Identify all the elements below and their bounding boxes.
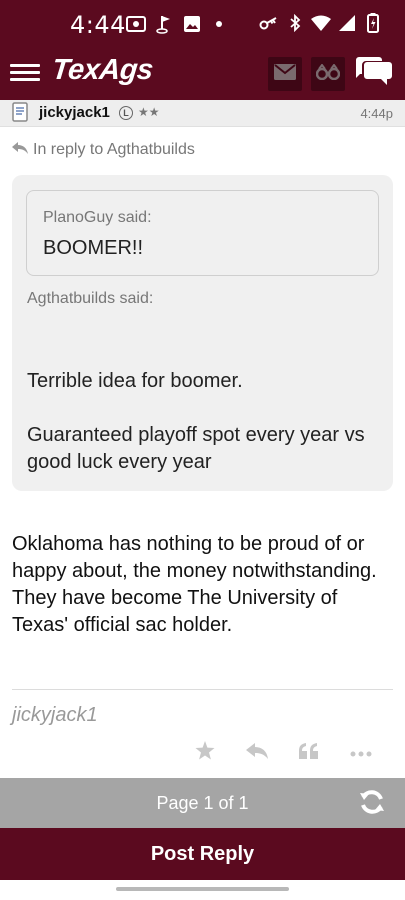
watch-button[interactable]	[311, 57, 345, 91]
mail-icon	[274, 63, 296, 85]
page-indicator[interactable]: Page 1 of 1	[0, 793, 405, 814]
mail-button[interactable]	[268, 57, 302, 91]
reply-arrow-icon	[12, 141, 28, 159]
battery-icon	[363, 13, 383, 33]
star-icon	[195, 741, 215, 765]
post-body: Oklahoma has nothing to be proud of or h…	[12, 533, 377, 636]
quote-line: Guaranteed playoff spot every year vs go…	[27, 424, 365, 473]
status-bar: 4:44	[0, 0, 405, 48]
status-system-icons	[259, 13, 383, 33]
bluetooth-icon	[285, 13, 305, 33]
reply-button[interactable]	[231, 740, 283, 766]
chat-icon	[355, 56, 393, 93]
document-icon	[12, 102, 28, 127]
refresh-button[interactable]	[356, 788, 388, 820]
nested-quote-attribution: PlanoGuy said:	[43, 209, 152, 226]
star-button[interactable]	[179, 740, 231, 766]
in-reply-to-text: In reply to Agthatbuilds	[33, 141, 195, 158]
post-actions	[179, 740, 387, 766]
quote-icon	[299, 742, 319, 764]
binoculars-icon	[315, 62, 341, 85]
reply-icon	[246, 742, 268, 764]
screencast-icon	[126, 14, 146, 34]
wifi-icon	[311, 13, 331, 33]
post-reply-button[interactable]: Post Reply	[0, 828, 405, 880]
quote-button[interactable]	[283, 740, 335, 766]
image-icon	[182, 14, 202, 34]
quote-line: Terrible idea for boomer.	[27, 370, 243, 392]
quote-attribution: Agthatbuilds said:	[27, 290, 154, 307]
key-icon	[259, 13, 279, 33]
divider	[12, 689, 393, 690]
nested-quote-text: BOOMER!!	[43, 237, 144, 259]
quote-text: Terrible idea for boomer. Guaranteed pla…	[27, 368, 382, 476]
menu-icon[interactable]	[10, 60, 40, 86]
signal-icon	[337, 13, 357, 33]
post-header: jickyjack1 L ★★ 4:44p	[0, 100, 405, 127]
author-rank-stars: ★★	[138, 105, 160, 119]
post-signature: jickyjack1	[12, 704, 98, 726]
home-indicator[interactable]	[116, 887, 289, 891]
app-bar: TexAgs	[0, 48, 405, 100]
pagination-bar: Page 1 of 1	[0, 778, 405, 828]
post-author[interactable]: jickyjack1	[39, 104, 110, 121]
in-reply-to-link[interactable]: In reply to Agthatbuilds	[12, 141, 195, 159]
post-timestamp: 4:44p	[360, 106, 393, 121]
dot-icon	[216, 21, 222, 27]
chat-button[interactable]	[354, 56, 394, 92]
golf-icon	[154, 14, 174, 34]
refresh-icon	[358, 788, 386, 821]
more-button[interactable]	[335, 740, 387, 766]
author-badge: L	[119, 106, 133, 120]
status-time: 4:44	[70, 11, 126, 39]
quote-block: PlanoGuy said: BOOMER!! Agthatbuilds sai…	[12, 175, 393, 491]
more-icon	[350, 744, 372, 762]
texags-logo[interactable]: TexAgs	[50, 54, 154, 87]
nested-quote-block: PlanoGuy said: BOOMER!!	[26, 190, 379, 276]
status-notification-icons	[126, 14, 222, 34]
